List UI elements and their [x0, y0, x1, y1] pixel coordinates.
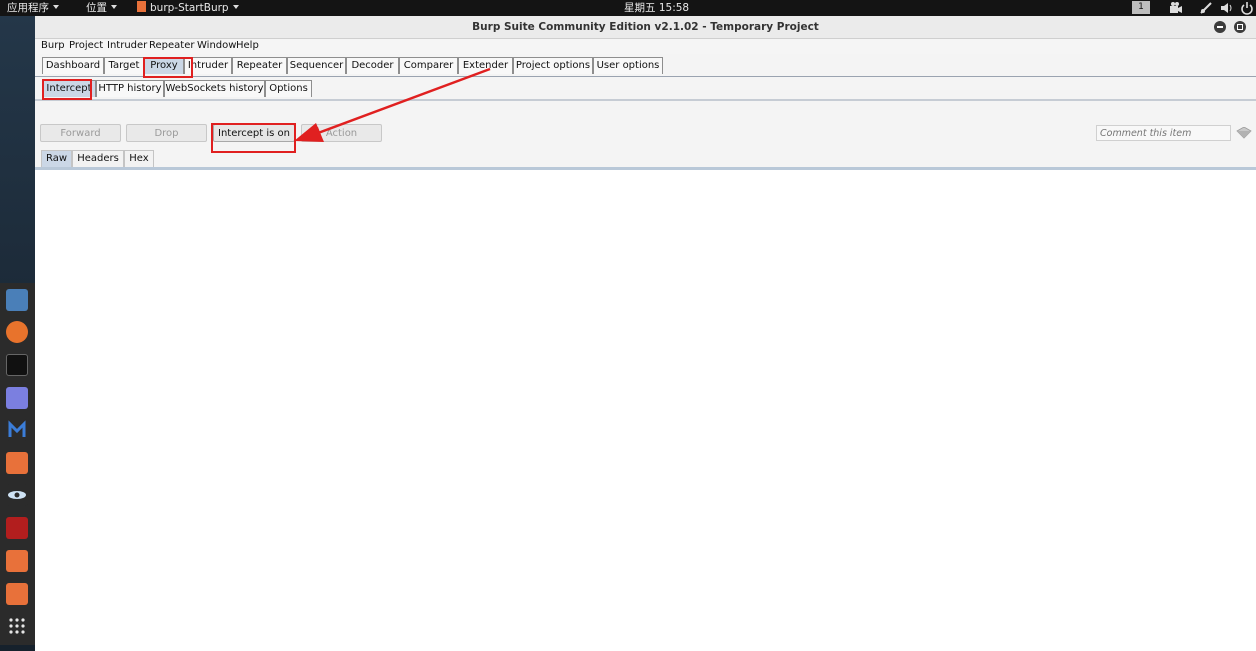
menu-bar: Burp Project Intruder Repeater Window He…: [35, 39, 1256, 54]
chevron-down-icon: [111, 5, 117, 9]
volume-icon[interactable]: [1220, 1, 1234, 15]
drop-button[interactable]: Drop: [126, 124, 207, 142]
firefox-icon[interactable]: [6, 321, 28, 343]
menu-help[interactable]: Help: [236, 40, 259, 51]
window-titlebar[interactable]: Burp Suite Community Edition v2.1.02 - T…: [35, 16, 1256, 39]
tab-http-history[interactable]: HTTP history: [96, 80, 164, 97]
terminal-icon[interactable]: [6, 354, 28, 376]
action-button[interactable]: Action: [301, 124, 382, 142]
workspace-indicator[interactable]: 1: [1132, 1, 1150, 14]
apps-menu[interactable]: 应用程序: [7, 0, 59, 16]
tab-headers[interactable]: Headers: [72, 150, 124, 167]
tab-options[interactable]: Options: [265, 80, 312, 97]
cherrytree-icon[interactable]: [6, 517, 28, 539]
annotation-box-intercept-toggle: [211, 123, 296, 153]
burp-icon[interactable]: [6, 550, 28, 572]
annotation-box-proxy: [143, 57, 193, 78]
apps-menu-label: 应用程序: [7, 2, 49, 14]
tab-sequencer[interactable]: Sequencer: [287, 57, 346, 74]
tab-repeater[interactable]: Repeater: [232, 57, 287, 74]
tab-websockets-history[interactable]: WebSockets history: [164, 80, 265, 97]
eye-icon[interactable]: [6, 484, 28, 506]
network-icon[interactable]: [1199, 1, 1213, 15]
active-app-menu[interactable]: burp-StartBurp: [137, 0, 239, 16]
metasploit-icon[interactable]: [6, 419, 28, 441]
highlight-icon[interactable]: [1236, 127, 1252, 139]
tab-dashboard[interactable]: Dashboard: [42, 57, 104, 74]
tab-extender[interactable]: Extender: [458, 57, 513, 74]
top-panel: 应用程序 位置 burp-StartBurp 星期五 15:58 1: [0, 0, 1256, 16]
menu-burp[interactable]: Burp: [41, 40, 65, 51]
burp-app-icon: [137, 1, 146, 12]
forward-button[interactable]: Forward: [40, 124, 121, 142]
text-editor-icon[interactable]: [6, 387, 28, 409]
power-icon[interactable]: [1240, 1, 1254, 15]
tab-comparer[interactable]: Comparer: [399, 57, 458, 74]
message-editor[interactable]: [35, 170, 1256, 651]
tab-raw[interactable]: Raw: [41, 150, 72, 167]
main-tab-bar: Dashboard Target Proxy Intruder Repeater…: [35, 54, 1256, 77]
app-grid-icon[interactable]: [6, 615, 28, 637]
maximize-button[interactable]: [1234, 21, 1246, 33]
minimize-button[interactable]: [1214, 21, 1226, 33]
proxy-tab-bar: Intercept HTTP history WebSockets histor…: [35, 77, 1256, 101]
clock[interactable]: 星期五 15:58: [624, 0, 689, 16]
dock: [0, 283, 35, 645]
tab-decoder[interactable]: Decoder: [346, 57, 399, 74]
files-icon[interactable]: [6, 289, 28, 311]
tab-target[interactable]: Target: [104, 57, 144, 74]
burp-window: Burp Suite Community Edition v2.1.02 - T…: [35, 16, 1256, 651]
window-title: Burp Suite Community Edition v2.1.02 - T…: [472, 21, 819, 33]
annotation-box-intercept: [42, 79, 92, 100]
menu-window[interactable]: Window: [197, 40, 236, 51]
burp-icon[interactable]: [6, 452, 28, 474]
menu-repeater[interactable]: Repeater: [149, 40, 194, 51]
places-menu-label: 位置: [86, 2, 107, 14]
burp-icon[interactable]: [6, 583, 28, 605]
menu-project[interactable]: Project: [69, 40, 103, 51]
chevron-down-icon: [53, 5, 59, 9]
video-icon[interactable]: [1169, 1, 1183, 15]
chevron-down-icon: [232, 5, 239, 9]
active-app-label: burp-StartBurp: [150, 2, 229, 14]
tab-user-options[interactable]: User options: [593, 57, 663, 74]
menu-intruder[interactable]: Intruder: [107, 40, 147, 51]
comment-input[interactable]: [1096, 125, 1231, 141]
places-menu[interactable]: 位置: [86, 0, 117, 16]
tab-hex[interactable]: Hex: [124, 150, 154, 167]
tab-project-options[interactable]: Project options: [513, 57, 593, 74]
